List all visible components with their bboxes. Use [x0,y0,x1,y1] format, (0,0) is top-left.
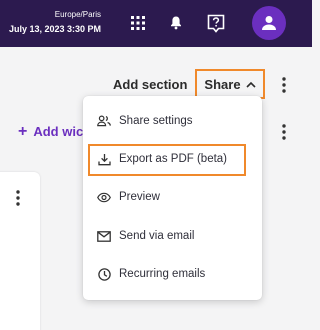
mail-icon [97,229,111,243]
chevron-up-icon [245,81,256,88]
people-icon [97,114,111,128]
add-widget-button[interactable]: + Add wic [18,123,84,140]
menu-item-preview[interactable]: Preview [83,178,262,216]
bell-icon[interactable] [166,13,186,33]
user-avatar-icon [262,16,276,30]
menu-item-recurring-emails[interactable]: Recurring emails [83,255,262,293]
menu-item-label: Export as PDF (beta) [119,153,228,165]
dashboard-page: Europe/Paris July 13, 2023 3:30 PM Add s… [0,0,312,330]
eye-icon [97,190,111,204]
clock-icon [97,267,111,281]
more-options-icon[interactable] [279,75,289,95]
share-label: Share [204,76,241,92]
menu-item-label: Share settings [119,115,193,127]
apps-grid-icon[interactable] [128,13,148,33]
menu-item-label: Send via email [119,230,195,242]
plus-icon: + [18,123,28,140]
timezone-label: Europe/Paris [54,10,101,19]
share-button[interactable]: Share [195,69,265,99]
add-section-button[interactable]: Add section [113,77,187,92]
widget-more-options-icon[interactable] [279,122,289,142]
menu-item-label: Preview [119,191,160,203]
menu-item-export-pdf[interactable]: Export as PDF (beta) [83,140,262,178]
top-bar: Europe/Paris July 13, 2023 3:30 PM [0,0,312,47]
add-widget-label: Add wic [33,124,84,139]
menu-item-share-settings[interactable]: Share settings [83,102,262,140]
share-menu: Share settings Export as PDF (beta) Prev… [83,96,262,300]
card-more-options-icon[interactable] [13,188,23,208]
datetime-label: July 13, 2023 3:30 PM [8,24,101,34]
menu-item-label: Recurring emails [119,268,206,280]
help-icon[interactable] [206,13,226,33]
menu-item-send-email[interactable]: Send via email [83,217,262,255]
download-icon [97,152,111,166]
user-avatar-button[interactable] [252,6,286,40]
